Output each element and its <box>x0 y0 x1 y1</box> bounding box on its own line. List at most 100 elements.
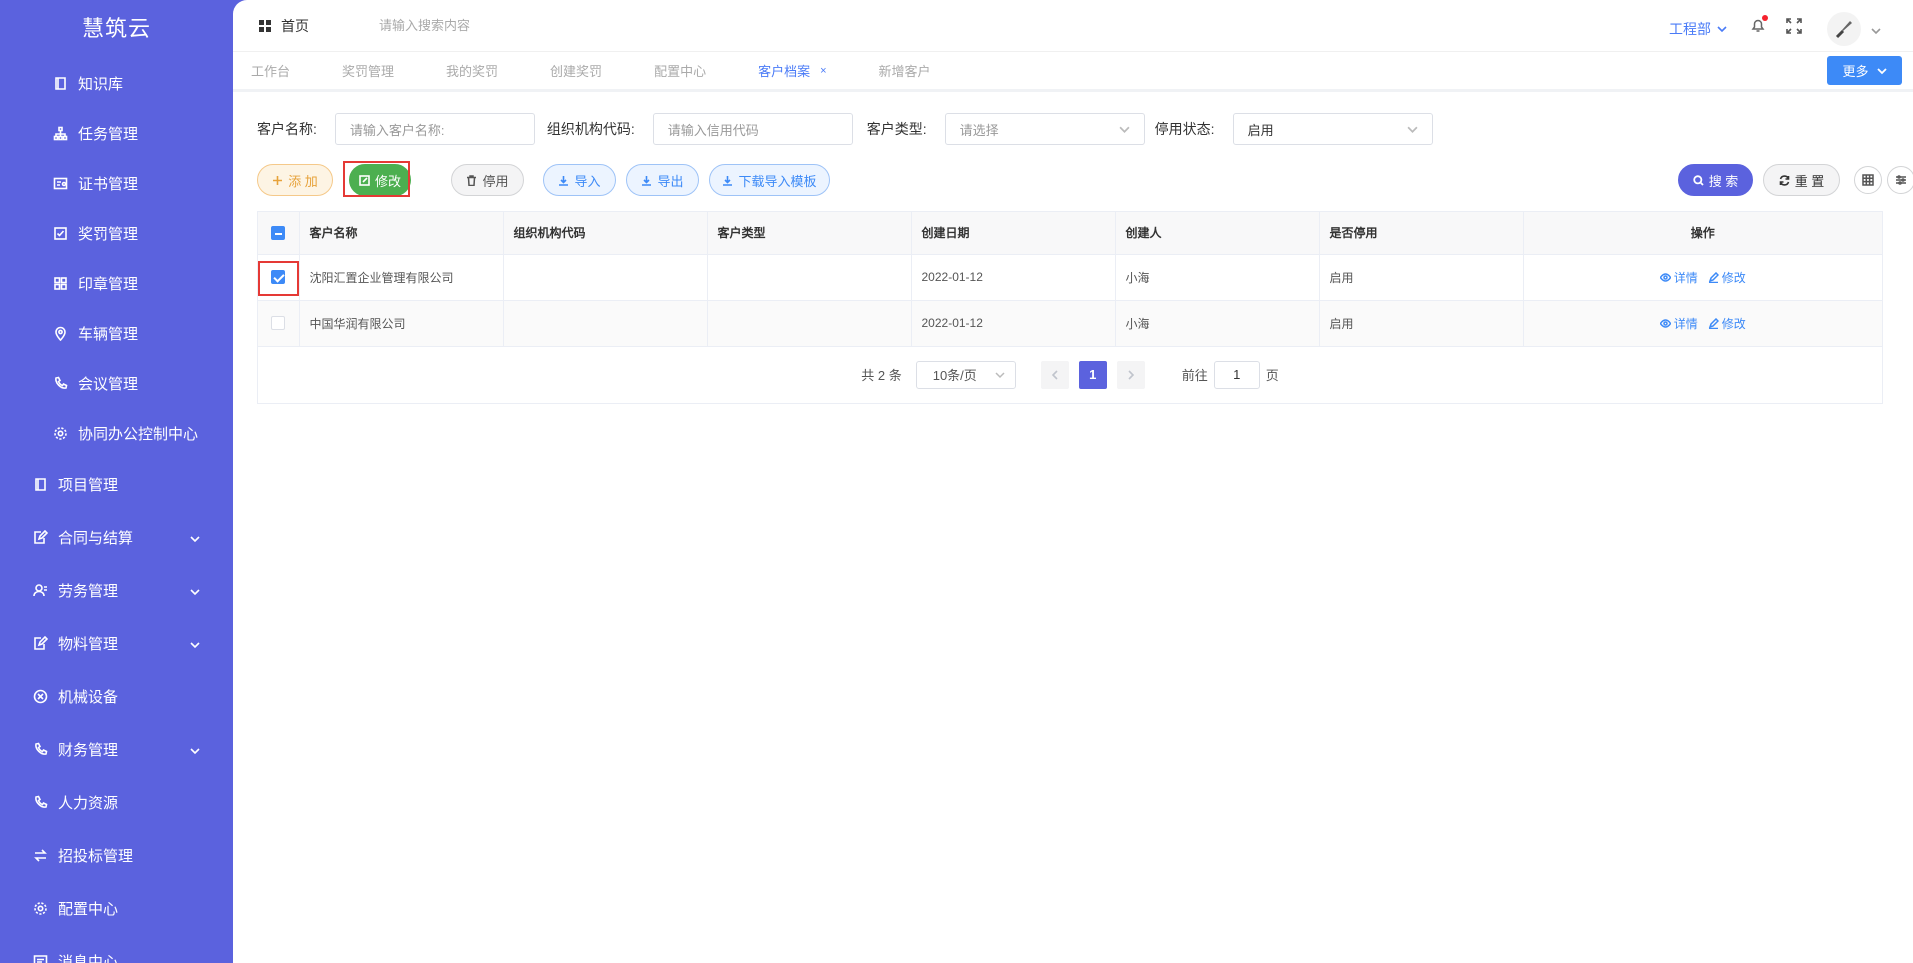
sidebar-item[interactable]: 奖罚管理 <box>0 208 233 258</box>
sidebar-item-label: 招投标管理 <box>58 848 134 865</box>
detail-link[interactable]: 详情 <box>1659 269 1698 286</box>
tab-item[interactable]: 创建奖罚 <box>550 61 602 80</box>
column-header: 创建日期 <box>911 212 1116 255</box>
prev-page-button[interactable] <box>1040 360 1069 389</box>
add-button[interactable]: 添 加 <box>257 164 333 196</box>
sidebar-item[interactable]: 项目管理 <box>0 458 233 511</box>
goto-suffix: 页 <box>1265 368 1279 383</box>
book-icon <box>52 75 68 91</box>
disable-status-label: 停用状态: <box>1154 121 1215 137</box>
select-all-checkbox[interactable] <box>271 226 286 241</box>
gear-icon <box>52 425 68 441</box>
disable-status-select[interactable]: 启用 <box>1232 113 1433 145</box>
tab-item[interactable]: 客户档案 × <box>758 61 826 80</box>
table-row[interactable]: 中国华润有限公司 2022-01-12 小海 启用 详情 修改 <box>258 300 1882 347</box>
more-tabs-button[interactable]: 更多 <box>1827 56 1902 85</box>
reset-button[interactable]: 重 置 <box>1763 164 1840 196</box>
fullscreen-toggle[interactable] <box>1786 18 1804 36</box>
chevron-down-icon <box>1717 26 1727 33</box>
chevron-down-icon <box>189 585 201 597</box>
search-button[interactable]: 搜 索 <box>1678 164 1753 196</box>
disable-button[interactable]: 停用 <box>451 164 524 196</box>
edit-link[interactable]: 修改 <box>1708 269 1746 286</box>
chevron-left-icon <box>1051 369 1058 380</box>
close-icon[interactable]: × <box>820 65 826 77</box>
disable-status-value: 启用 <box>1247 122 1274 138</box>
sidebar-item[interactable]: 消息中心 <box>0 935 233 963</box>
tab-item[interactable]: 工作台 <box>251 61 290 80</box>
tab-label: 创建奖罚 <box>550 64 603 79</box>
column-header: 客户类型 <box>707 212 912 255</box>
phone-icon <box>32 742 48 758</box>
app-root: 慧筑云 知识库 任务管理 证书管理 奖罚管理 印章管理 车辆管理 会议管理 协同办公控制中心项… <box>0 0 1913 963</box>
column-settings-button[interactable] <box>1887 166 1913 194</box>
download-template-label: 下载导入模板 <box>738 173 817 189</box>
message-icon <box>32 954 48 963</box>
page-tabs: 工作台 奖罚管理 我的奖罚 创建奖罚 配置中心 客户档案 × 新增客户 更多 <box>233 52 1913 92</box>
status-cell: 启用 <box>1319 254 1524 301</box>
home-link[interactable]: 首页 <box>259 16 309 36</box>
plus-icon <box>273 175 283 185</box>
row-checkbox[interactable] <box>271 316 286 331</box>
row-checkbox[interactable] <box>271 270 286 285</box>
org-code-input[interactable]: 请输入信用代码 <box>652 113 853 145</box>
download-icon <box>559 175 569 186</box>
customer-name-input[interactable]: 请输入客户名称: <box>334 113 535 145</box>
detail-label: 详情 <box>1673 270 1698 285</box>
brand-logo-text: 慧筑云 <box>81 16 151 41</box>
sidebar-item-label: 会议管理 <box>78 375 139 393</box>
notification-bell[interactable] <box>1750 15 1768 35</box>
export-button[interactable]: 导出 <box>626 164 699 196</box>
detail-link[interactable]: 详情 <box>1659 315 1698 332</box>
edit-link[interactable]: 修改 <box>1708 315 1746 332</box>
tab-label: 奖罚管理 <box>342 64 395 79</box>
table-row[interactable]: 沈阳汇置企业管理有限公司 2022-01-12 小海 启用 详情 修改 <box>258 254 1882 301</box>
sidebar-item[interactable]: 印章管理 <box>0 258 233 308</box>
customer-type-select[interactable]: 请选择 <box>944 113 1145 145</box>
sidebar-item[interactable]: 证书管理 <box>0 158 233 208</box>
download-template-button[interactable]: 下载导入模板 <box>709 164 830 196</box>
sidebar-item[interactable]: 财务管理 <box>0 723 233 776</box>
sidebar-item[interactable]: 物料管理 <box>0 617 233 670</box>
main-panel: 首页 工程部 工作台 奖罚管理 我的奖罚 创建奖罚 配置中心 客户档案 × 新增客户 <box>233 0 1913 963</box>
edit-doc-icon <box>32 636 48 652</box>
chevron-down-icon <box>1407 126 1418 133</box>
tab-item[interactable]: 新增客户 <box>879 61 931 80</box>
reset-label: 重 置 <box>1794 173 1825 189</box>
import-label: 导入 <box>574 173 601 189</box>
goto-page-input[interactable] <box>1213 360 1260 389</box>
sidebar-item[interactable]: 机械设备 <box>0 670 233 723</box>
sidebar-item[interactable]: 配置中心 <box>0 882 233 935</box>
tab-item[interactable]: 我的奖罚 <box>446 61 498 80</box>
avatar[interactable] <box>1827 12 1861 46</box>
sidebar-item[interactable]: 知识库 <box>0 58 233 108</box>
grid-view-button[interactable] <box>1854 166 1882 194</box>
sidebar-item[interactable]: 招投标管理 <box>0 829 233 882</box>
sidebar-item-label: 劳务管理 <box>58 583 119 600</box>
sidebar-item[interactable]: 车辆管理 <box>0 308 233 358</box>
sidebar-item[interactable]: 合同与结算 <box>0 511 233 564</box>
edit-button[interactable]: 修改 <box>349 164 411 196</box>
disable-label: 停用 <box>482 173 509 189</box>
sidebar-item[interactable]: 人力资源 <box>0 776 233 829</box>
edit-link-label: 修改 <box>1721 270 1746 285</box>
department-dropdown[interactable]: 工程部 <box>1669 19 1727 39</box>
global-search-input[interactable] <box>379 18 579 33</box>
import-button[interactable]: 导入 <box>543 164 616 196</box>
org-code-label: 组织机构代码: <box>546 121 635 137</box>
sidebar-item[interactable]: 劳务管理 <box>0 564 233 617</box>
edit-icon <box>359 174 370 186</box>
trash-icon <box>467 174 477 186</box>
sidebar-item-label: 物料管理 <box>58 636 119 653</box>
sidebar-item-label: 机械设备 <box>58 689 119 706</box>
next-page-button[interactable] <box>1116 360 1145 389</box>
tab-item[interactable]: 配置中心 <box>654 61 706 80</box>
sidebar-item[interactable]: 任务管理 <box>0 108 233 158</box>
sidebar-item[interactable]: 协同办公控制中心 <box>0 408 233 458</box>
page-number-current[interactable]: 1 <box>1078 360 1107 389</box>
sidebar-item[interactable]: 会议管理 <box>0 358 233 408</box>
page-size-select[interactable]: 10条/页 <box>915 360 1016 389</box>
avatar-menu-toggle[interactable] <box>1871 23 1883 35</box>
add-label: 添 加 <box>288 173 318 189</box>
tab-item[interactable]: 奖罚管理 <box>342 61 394 80</box>
